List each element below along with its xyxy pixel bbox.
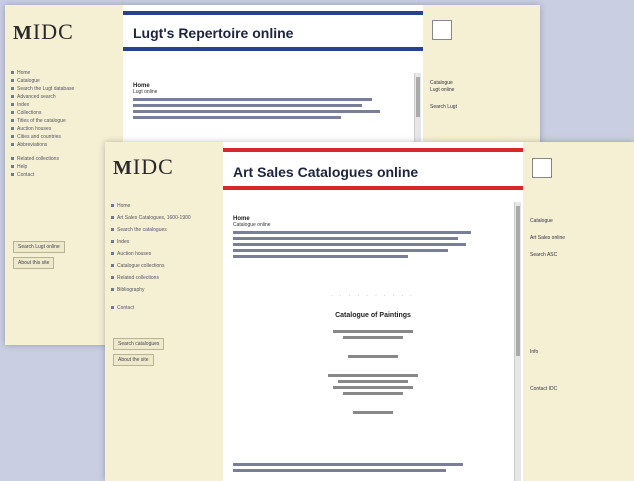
text-line <box>233 249 448 252</box>
content-sub: Catalogue online <box>233 222 271 228</box>
front-content: Home Catalogue online <box>233 216 483 261</box>
top-stripe <box>123 11 423 15</box>
front-nav: Home Art Sales Catalogues, 1600-1900 Sea… <box>111 202 211 312</box>
nav-item[interactable]: Bibliography <box>111 286 211 294</box>
nav-item[interactable]: Art Sales Catalogues, 1600-1900 <box>111 214 211 222</box>
logo-text: IDC <box>32 19 74 44</box>
text-line <box>133 110 380 113</box>
text-line <box>233 237 458 240</box>
front-side-info: Catalogue Art Sales online Search ASC In… <box>530 218 566 392</box>
search-button[interactable]: Search catalogues <box>113 338 165 350</box>
scroll-thumb[interactable] <box>516 206 520 356</box>
text-line <box>233 469 446 472</box>
catalogue-title-page: . . . . . . . . . . Catalogue of Paintin… <box>223 292 523 417</box>
nav-item[interactable]: Home <box>111 202 211 210</box>
about-button[interactable]: About the site <box>113 354 154 366</box>
nav-item[interactable]: Search the Lugt database <box>11 85 111 93</box>
bottom-stripe <box>123 47 423 51</box>
idc-logo[interactable]: MIDC <box>13 19 74 45</box>
scroll-thumb[interactable] <box>416 77 420 117</box>
page-title: Lugt's Repertoire online <box>133 25 294 41</box>
nav-item[interactable]: Help <box>11 163 111 171</box>
nav-item[interactable]: Search the catalogues <box>111 226 211 234</box>
text-line <box>133 98 373 101</box>
search-button[interactable]: Search Lugt online <box>13 241 65 253</box>
nav-item[interactable]: Catalogue <box>11 77 111 85</box>
nav-item[interactable]: Index <box>11 101 111 109</box>
nav-item[interactable]: Titles of the catalogue <box>11 117 111 125</box>
text-line <box>233 463 463 466</box>
back-nav: Home Catalogue Search the Lugt database … <box>11 69 111 179</box>
front-content-lower <box>233 460 483 475</box>
logo-text: IDC <box>132 154 174 179</box>
nav-item[interactable]: Related collections <box>11 155 111 163</box>
front-scrollbar[interactable] <box>514 202 521 481</box>
nav-item[interactable]: Auction houses <box>11 125 111 133</box>
catalogue-heading: Catalogue of Paintings <box>335 312 411 319</box>
nav-item[interactable]: Auction houses <box>111 250 211 258</box>
text-line <box>233 243 466 246</box>
nav-item[interactable]: Contact <box>11 171 111 179</box>
top-stripe <box>223 148 523 152</box>
page-title: Art Sales Catalogues online <box>233 164 419 180</box>
text-line <box>133 104 362 107</box>
content-sub: Lugt online <box>133 89 158 95</box>
nav-item[interactable]: Advanced search <box>11 93 111 101</box>
nav-item[interactable]: Contact <box>111 304 211 312</box>
text-line <box>233 231 471 234</box>
thumbnail-image[interactable] <box>432 20 452 40</box>
nav-item[interactable]: Catalogue collections <box>111 262 211 270</box>
back-side-info: Catalogue Lugt online Search Lugt <box>430 80 457 110</box>
idc-logo[interactable]: MIDC <box>113 154 174 180</box>
nav-item[interactable]: Cities and countries <box>11 133 111 141</box>
logo-mark: M <box>13 22 33 44</box>
nav-item[interactable]: Related collections <box>111 274 211 282</box>
text-line <box>233 255 408 258</box>
nav-item[interactable]: Index <box>111 238 211 246</box>
about-button[interactable]: About this site <box>13 257 55 269</box>
logo-mark: M <box>113 157 133 179</box>
nav-item[interactable]: Home <box>11 69 111 77</box>
nav-item[interactable]: Collections <box>11 109 111 117</box>
nav-item[interactable]: Abbreviations <box>11 141 111 149</box>
back-content: Home Lugt online <box>133 83 393 122</box>
text-line <box>133 116 341 119</box>
thumbnail-image[interactable] <box>532 158 552 178</box>
bottom-stripe <box>223 186 523 190</box>
front-main: Art Sales Catalogues online Home Catalog… <box>223 142 523 481</box>
front-window: MIDC Home Art Sales Catalogues, 1600-190… <box>105 142 634 481</box>
